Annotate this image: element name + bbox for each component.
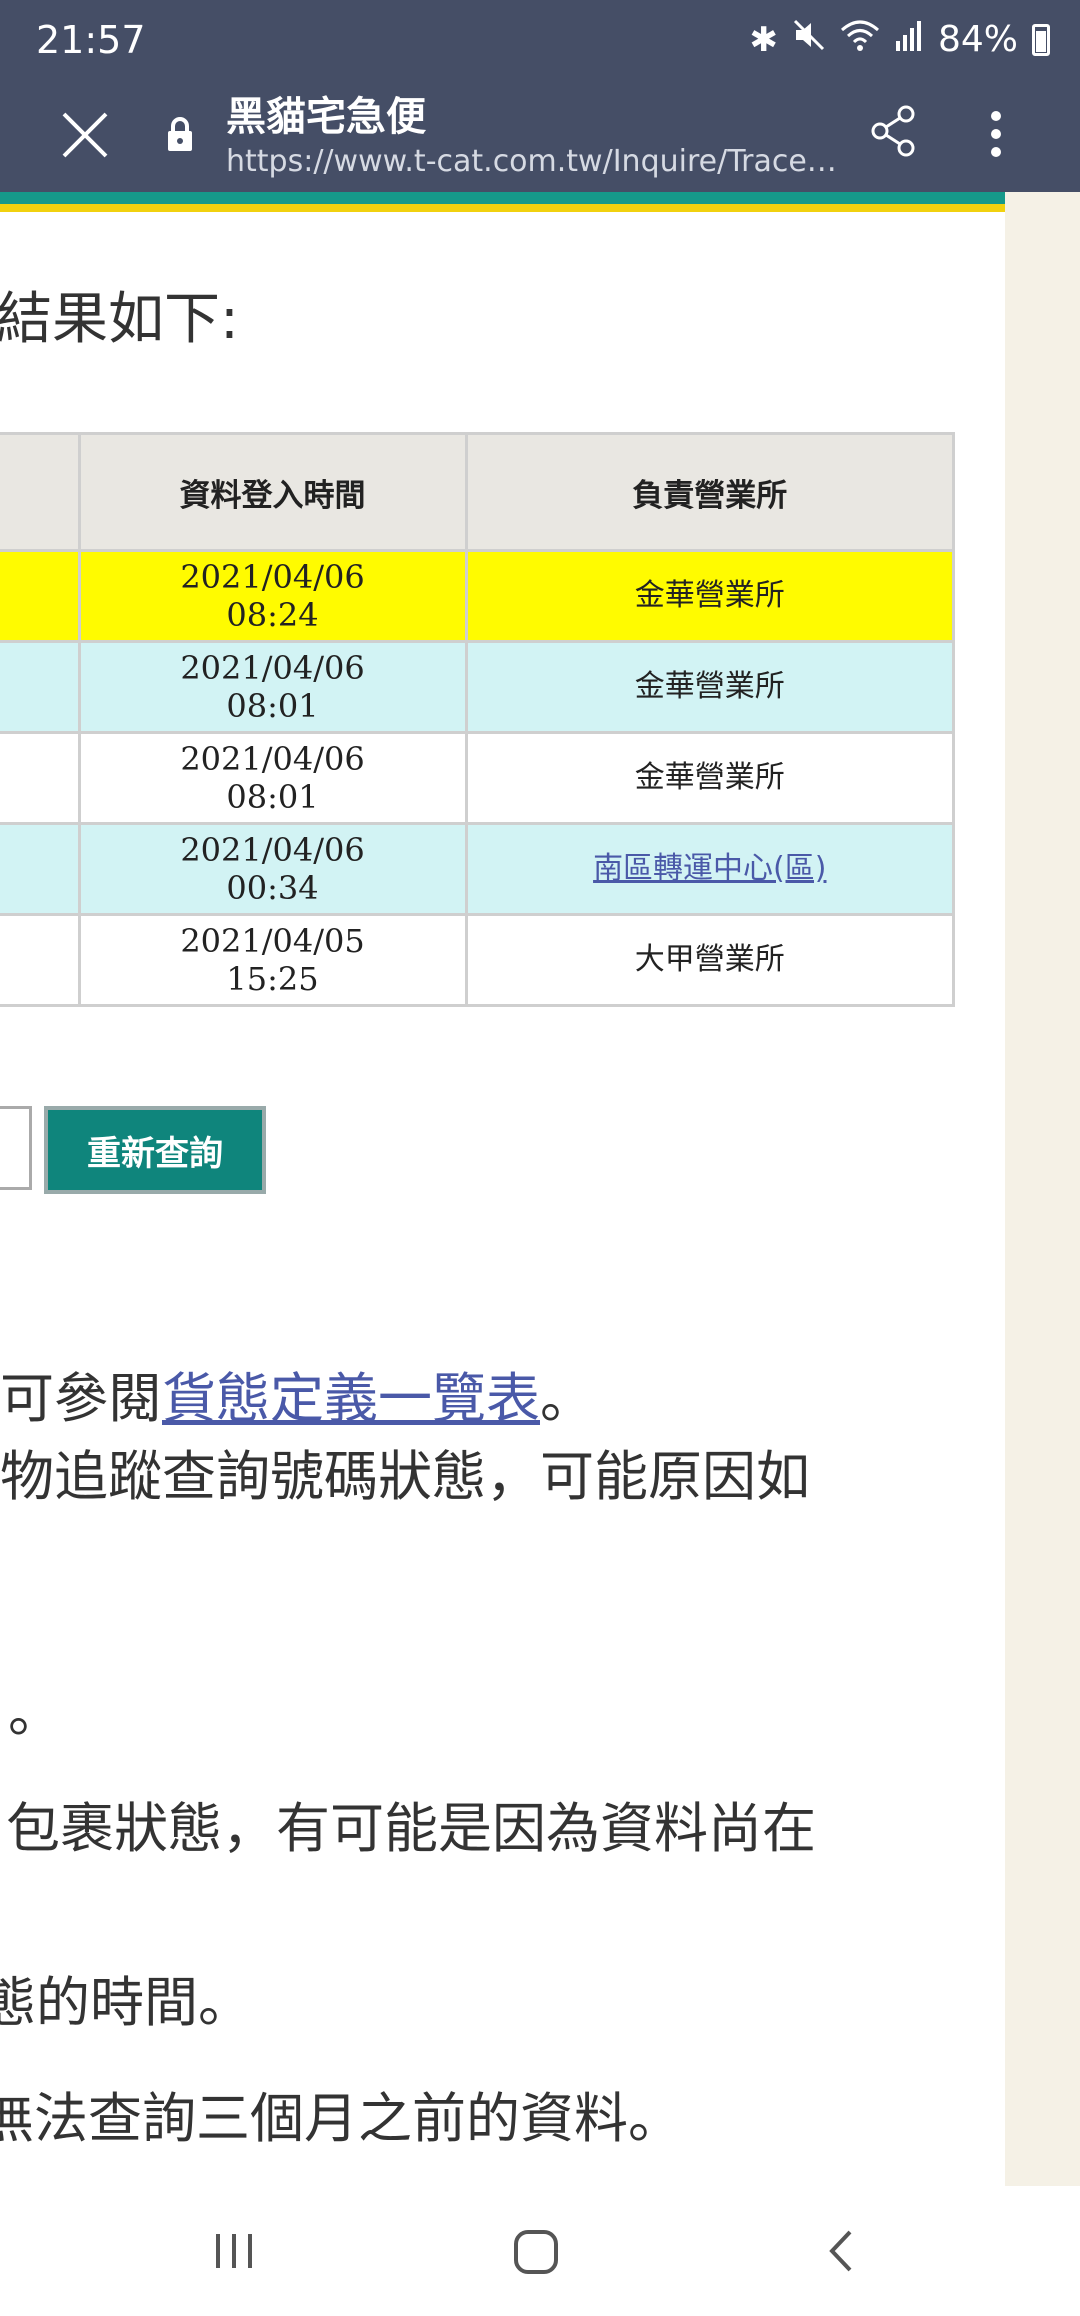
page-title: 黑貓宅急便 bbox=[226, 94, 426, 140]
cell-datetime: 2021/04/06 08:24 bbox=[77, 549, 468, 643]
cell-cut bbox=[0, 549, 81, 643]
cell-cut bbox=[0, 731, 81, 825]
status-icons: ✱ 84% bbox=[749, 18, 1050, 61]
cell-time: 08:01 bbox=[226, 778, 319, 816]
cell-date: 2021/04/05 bbox=[180, 922, 365, 960]
url-field[interactable]: https://www.t-cat.com.tw/Inquire/TraceDe… bbox=[226, 144, 854, 179]
note-line-1: 可參閱貨態定義一覽表。 bbox=[0, 1354, 594, 1433]
note-prefix: 可參閱 bbox=[0, 1367, 162, 1430]
web-page: 詢結果如下: 資料登入時間 負責營業所 2021/04/0608:24 金華營業… bbox=[0, 192, 1005, 2186]
close-tab-button[interactable] bbox=[58, 108, 112, 162]
note-line-5: 態的時間。 bbox=[0, 1971, 252, 2034]
status-definition-link[interactable]: 貨態定義一覽表 bbox=[162, 1367, 540, 1430]
cell-time: 08:24 bbox=[226, 596, 319, 634]
system-nav-bar bbox=[0, 2186, 1080, 2316]
home-button[interactable] bbox=[510, 2216, 566, 2286]
note-suffix: 。 bbox=[540, 1367, 594, 1430]
header-stripe-yellow bbox=[0, 204, 1005, 212]
back-button[interactable] bbox=[820, 2216, 860, 2286]
battery-percent: 84% bbox=[937, 19, 1018, 60]
bluetooth-icon: ✱ bbox=[749, 19, 778, 60]
requery-button[interactable]: 重新查詢 bbox=[44, 1106, 266, 1194]
note-line-4: 包裹狀態，有可能是因為資料尚在 bbox=[6, 1797, 816, 1860]
cell-datetime: 2021/04/06 08:01 bbox=[77, 640, 468, 734]
result-heading: 詢結果如下: bbox=[0, 287, 239, 352]
table-row: 2021/04/06 08:01 金華營業所 bbox=[0, 731, 956, 825]
recent-apps-icon bbox=[216, 2234, 252, 2268]
table-row: 2021/04/06 00:34 南區轉運中心(區) bbox=[0, 822, 956, 916]
cell-date: 2021/04/06 bbox=[180, 558, 365, 596]
header-cell-cut bbox=[0, 432, 81, 552]
cell-cut bbox=[0, 822, 81, 916]
note-line-3: 。 bbox=[8, 1681, 62, 1744]
browser-toolbar: 21:57 ✱ 84% 黑貓宅急便 https://www.t-cat.com.… bbox=[0, 0, 1080, 192]
cell-cut bbox=[0, 913, 81, 1007]
cell-office: 金華營業所 bbox=[464, 640, 956, 734]
share-button[interactable] bbox=[868, 104, 918, 158]
recent-apps-button[interactable] bbox=[210, 2216, 260, 2286]
cell-time: 00:34 bbox=[226, 869, 319, 907]
lock-icon bbox=[166, 116, 194, 152]
wifi-icon bbox=[840, 18, 880, 61]
cell-time: 15:25 bbox=[226, 960, 319, 998]
tracking-number-input[interactable] bbox=[0, 1106, 32, 1190]
cell-cut bbox=[0, 640, 81, 734]
cell-office: 南區轉運中心(區) bbox=[464, 822, 956, 916]
back-icon bbox=[829, 2230, 852, 2272]
header-login-time: 資料登入時間 bbox=[77, 432, 468, 552]
cell-office: 大甲營業所 bbox=[464, 913, 956, 1007]
note-line-6: 無法查詢三個月之前的資料。 bbox=[0, 2087, 682, 2150]
table-row: 2021/04/05 15:25 大甲營業所 bbox=[0, 913, 956, 1007]
battery-icon bbox=[1032, 23, 1050, 56]
office-link[interactable]: 南區轉運中心(區) bbox=[593, 851, 826, 886]
cell-datetime: 2021/04/05 15:25 bbox=[77, 913, 468, 1007]
table-row: 2021/04/06 08:24 金華營業所 bbox=[0, 549, 956, 643]
trace-table: 資料登入時間 負責營業所 2021/04/06 08:24 金華營業所 2021/… bbox=[0, 432, 956, 1007]
table-header-row: 資料登入時間 負責營業所 bbox=[0, 432, 956, 552]
cell-date: 2021/04/06 bbox=[180, 831, 365, 869]
cell-datetime: 2021/04/06 08:01 bbox=[77, 731, 468, 825]
share-icon bbox=[871, 105, 915, 157]
note-line-2: 物追蹤查詢號碼狀態，可能原因如 bbox=[0, 1445, 810, 1508]
cell-office: 金華營業所 bbox=[464, 731, 956, 825]
signal-icon bbox=[894, 19, 924, 60]
page-margin-right bbox=[1005, 192, 1080, 2186]
cell-time: 08:01 bbox=[226, 687, 319, 725]
table-row: 2021/04/06 08:01 金華營業所 bbox=[0, 640, 956, 734]
cell-date: 2021/04/06 bbox=[180, 649, 365, 687]
more-menu-button[interactable] bbox=[976, 104, 1016, 164]
header-stripe-green bbox=[0, 192, 1005, 204]
cell-date: 2021/04/06 bbox=[180, 740, 365, 778]
mute-icon bbox=[792, 18, 826, 61]
status-time: 21:57 bbox=[36, 18, 146, 62]
more-vert-icon bbox=[991, 111, 1001, 157]
cell-office: 金華營業所 bbox=[464, 549, 956, 643]
close-icon bbox=[62, 112, 108, 158]
cell-datetime: 2021/04/06 00:34 bbox=[77, 822, 468, 916]
home-icon bbox=[514, 2230, 558, 2274]
header-office: 負責營業所 bbox=[464, 432, 956, 552]
